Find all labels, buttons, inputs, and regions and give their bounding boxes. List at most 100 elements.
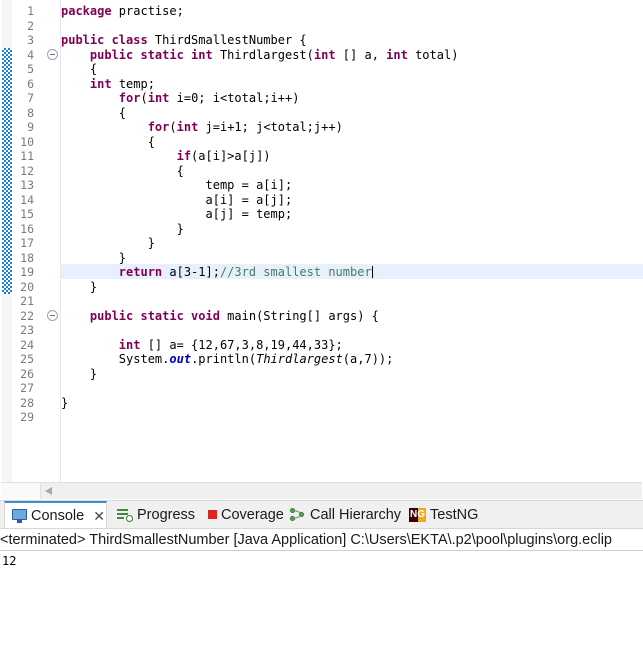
line-number: 15: [20, 207, 34, 221]
line-number: 28: [20, 395, 34, 410]
code-line[interactable]: }: [61, 251, 126, 266]
line-number: 17: [20, 236, 34, 250]
code-line[interactable]: temp = a[i];: [61, 178, 292, 193]
fold-collapse-icon[interactable]: [47, 309, 58, 321]
line-number: 21: [20, 294, 34, 308]
line-number: 26: [20, 366, 34, 381]
scroll-left-arrow[interactable]: [45, 487, 52, 495]
line-number: 9: [27, 120, 34, 134]
console-output-text[interactable]: 12: [0, 552, 643, 672]
code-line[interactable]: return a[3-1];//3rd smallest number: [61, 265, 373, 280]
code-token: }: [61, 395, 69, 410]
code-line[interactable]: }: [61, 367, 97, 382]
code-line[interactable]: }: [61, 280, 97, 295]
code-line[interactable]: int temp;: [61, 77, 155, 92]
fold-collapse-icon[interactable]: [47, 48, 58, 60]
editor-horizontal-scrollbar[interactable]: [1, 482, 642, 499]
line-number: 22: [20, 308, 34, 323]
code-token: public static int: [89, 47, 213, 62]
code-text-area[interactable]: package practise; public class ThirdSmall…: [61, 0, 643, 482]
code-line[interactable]: }: [61, 222, 184, 237]
code-token: total): [407, 47, 459, 62]
code-token: public static void: [89, 308, 220, 323]
code-token: int: [313, 47, 336, 62]
code-token: int: [147, 91, 170, 105]
code-token: a[j] = temp;: [61, 207, 293, 221]
code-line[interactable]: if(a[i]>a[j]): [61, 149, 271, 164]
line-number: 7: [27, 91, 34, 105]
tab-label: Call Hierarchy: [310, 506, 402, 523]
code-line[interactable]: for(int i=0; i<total;i++): [61, 91, 300, 106]
code-line[interactable]: public class ThirdSmallestNumber {: [61, 33, 307, 48]
coverage-icon: [208, 510, 217, 519]
console-icon: [12, 508, 27, 523]
line-number: 18: [20, 250, 34, 265]
bottom-view-panel: Console ✕ Progress Coverage Call Hierarchy NG…: [0, 500, 643, 672]
code-line[interactable]: {: [61, 164, 184, 179]
code-token: }: [61, 279, 98, 294]
line-number: 6: [27, 76, 34, 91]
code-token: [] a= {12,67,3,8,19,44,33};: [140, 337, 343, 352]
close-icon[interactable]: ✕: [93, 509, 105, 523]
code-token: Thirdlargest(: [212, 47, 314, 62]
code-line[interactable]: int [] a= {12,67,3,8,19,44,33};: [61, 338, 343, 353]
code-token: package: [61, 4, 112, 18]
code-token: temp;: [111, 76, 155, 91]
console-launch-header: <terminated> ThirdSmallestNumber [Java A…: [0, 529, 643, 551]
code-token: (a,7));: [342, 352, 394, 366]
code-token: (a[i]>a[j]): [191, 149, 271, 163]
code-token: (: [140, 91, 148, 105]
code-line[interactable]: package practise;: [61, 4, 184, 19]
code-token: {: [61, 62, 98, 76]
line-number: 11: [20, 149, 34, 163]
code-line[interactable]: public static void main(String[] args) {: [61, 309, 379, 324]
code-line[interactable]: System.out.println(Thirdlargest(a,7));: [61, 352, 394, 367]
line-number: 8: [27, 105, 34, 120]
editor-body[interactable]: 1 2 3 4 5 6 7 8 9 10 11 12 13 14 15 16 17 18 19 20 21 22 23 24 2…: [0, 0, 643, 482]
code-token: {: [61, 163, 184, 178]
line-number: 20: [20, 279, 34, 294]
code-token: System.: [61, 352, 170, 366]
code-line[interactable]: a[j] = temp;: [61, 207, 292, 222]
line-number: 19: [20, 265, 34, 279]
code-line[interactable]: a[i] = a[j];: [61, 193, 292, 208]
tab-label: Progress: [137, 506, 196, 523]
line-number: 25: [20, 352, 34, 366]
code-line[interactable]: {: [61, 106, 126, 121]
code-token: int: [89, 76, 112, 91]
tab-console[interactable]: Console ✕: [4, 501, 107, 528]
tab-coverage[interactable]: Coverage: [201, 501, 284, 528]
code-token: {: [61, 134, 155, 149]
code-token: .println(: [191, 352, 257, 366]
tab-testng[interactable]: NG TestNG: [402, 501, 480, 528]
call-hierarchy-icon: [290, 507, 306, 522]
testng-icon: NG: [409, 507, 426, 522]
scrollbar-corner: [1, 483, 41, 499]
line-number: 23: [20, 323, 34, 337]
code-line[interactable]: }: [61, 236, 155, 251]
code-token: for: [118, 91, 141, 105]
code-token: j=i+1; j<total;j++): [198, 120, 343, 134]
code-token: return: [118, 265, 163, 279]
line-number: 10: [20, 134, 34, 149]
code-line[interactable]: }: [61, 396, 68, 411]
code-token: [] a,: [335, 47, 387, 62]
code-token: for: [147, 120, 170, 134]
code-line[interactable]: public static int Thirdlargest(int [] a,…: [61, 47, 459, 63]
code-line[interactable]: {: [61, 135, 155, 150]
line-number: 1: [27, 4, 34, 18]
code-line[interactable]: for(int j=i+1; j<total;j++): [61, 120, 343, 135]
tab-call-hierarchy[interactable]: Call Hierarchy: [283, 501, 402, 528]
code-token: }: [61, 250, 127, 265]
tab-progress[interactable]: Progress: [110, 501, 201, 528]
code-folding-column[interactable]: [46, 0, 61, 482]
code-line[interactable]: {: [61, 62, 97, 77]
code-token: i=0; i<total;i++): [169, 91, 300, 105]
